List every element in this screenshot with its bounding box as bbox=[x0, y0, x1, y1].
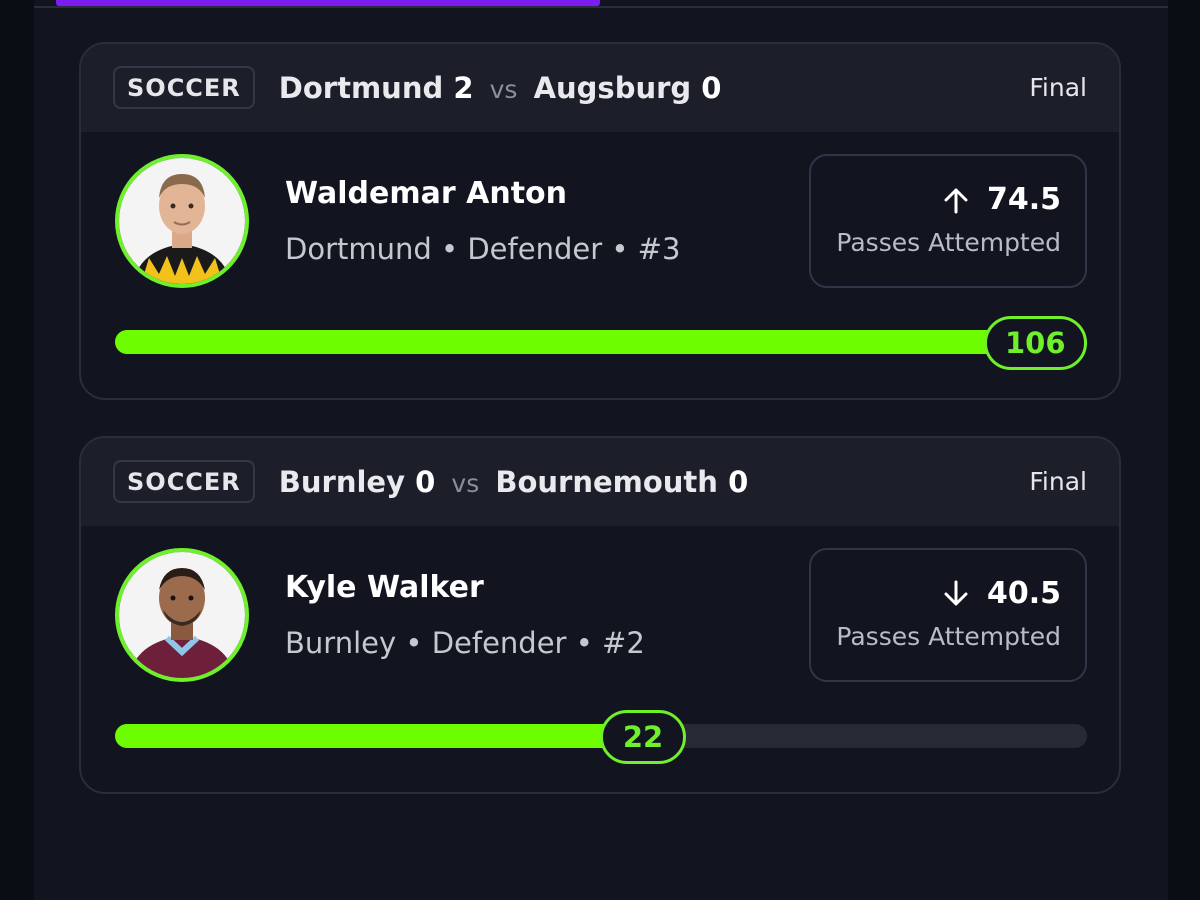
right-gutter bbox=[1168, 0, 1200, 900]
player-position: Defender bbox=[431, 626, 567, 660]
home-team: Dortmund bbox=[278, 70, 444, 105]
separator: • bbox=[575, 626, 593, 660]
player-position: Defender bbox=[467, 232, 603, 266]
line-value-wrap: 40.5 bbox=[941, 576, 1061, 611]
home-team: Burnley bbox=[278, 464, 406, 499]
avatar bbox=[115, 548, 249, 682]
prop-card[interactable]: SOCCER Dortmund 2 vs Augsburg 0 Final Wa bbox=[79, 42, 1121, 400]
left-gutter bbox=[0, 0, 34, 900]
result-pill: 22 bbox=[600, 710, 686, 764]
player-name: Waldemar Anton bbox=[285, 176, 567, 211]
game-status: Final bbox=[1029, 467, 1087, 496]
line-box[interactable]: 74.5 Passes Attempted bbox=[809, 154, 1087, 288]
player-info: Burnley • Defender • #2 bbox=[285, 626, 645, 660]
avatar bbox=[115, 154, 249, 288]
progress-track: 22 bbox=[115, 710, 1087, 764]
line-box[interactable]: 40.5 Passes Attempted bbox=[809, 548, 1087, 682]
sport-badge: SOCCER bbox=[113, 66, 255, 109]
player-number: #2 bbox=[602, 626, 645, 660]
away-score: 0 bbox=[728, 464, 749, 499]
arrow-down-icon bbox=[944, 580, 968, 605]
home-score: 0 bbox=[415, 464, 436, 499]
vs-label: vs bbox=[489, 74, 518, 104]
player-name: Kyle Walker bbox=[285, 570, 484, 605]
separator: • bbox=[441, 232, 459, 266]
stat-label: Passes Attempted bbox=[836, 228, 1061, 257]
away-score: 0 bbox=[701, 70, 722, 105]
player-photo bbox=[119, 552, 245, 678]
away-team: Bournemouth bbox=[495, 464, 718, 499]
top-progress-indicator bbox=[56, 0, 600, 6]
separator: • bbox=[405, 626, 423, 660]
stat-label: Passes Attempted bbox=[836, 622, 1061, 651]
separator: • bbox=[611, 232, 629, 266]
progress-fill bbox=[115, 330, 1087, 354]
arrow-up-icon bbox=[944, 188, 968, 213]
progress-track: 106 bbox=[115, 316, 1087, 370]
player-number: #3 bbox=[637, 232, 681, 266]
line-value: 74.5 bbox=[986, 182, 1061, 217]
away-team: Augsburg bbox=[533, 70, 692, 105]
vs-label: vs bbox=[451, 468, 480, 498]
top-divider bbox=[34, 6, 1168, 8]
player-team: Burnley bbox=[285, 626, 397, 660]
prop-card[interactable]: SOCCER Burnley 0 vs Bournemouth 0 Final bbox=[79, 436, 1121, 794]
home-score: 2 bbox=[453, 70, 474, 105]
progress-fill bbox=[115, 724, 643, 748]
card-header: SOCCER Dortmund 2 vs Augsburg 0 Final bbox=[81, 44, 1119, 132]
player-photo bbox=[119, 158, 245, 284]
sport-badge: SOCCER bbox=[113, 460, 255, 503]
matchup: Burnley 0 vs Bournemouth 0 bbox=[279, 465, 748, 499]
player-info: Dortmund • Defender • #3 bbox=[285, 232, 680, 266]
line-value-wrap: 74.5 bbox=[941, 182, 1061, 217]
line-value: 40.5 bbox=[986, 576, 1061, 611]
player-team: Dortmund bbox=[285, 232, 432, 266]
result-pill: 106 bbox=[984, 316, 1087, 370]
player-row: Kyle Walker Burnley • Defender • #2 40.5… bbox=[115, 548, 1087, 684]
game-status: Final bbox=[1029, 73, 1087, 102]
player-row: Waldemar Anton Dortmund • Defender • #3 … bbox=[115, 154, 1087, 290]
matchup: Dortmund 2 vs Augsburg 0 bbox=[279, 71, 722, 105]
card-header: SOCCER Burnley 0 vs Bournemouth 0 Final bbox=[81, 438, 1119, 526]
